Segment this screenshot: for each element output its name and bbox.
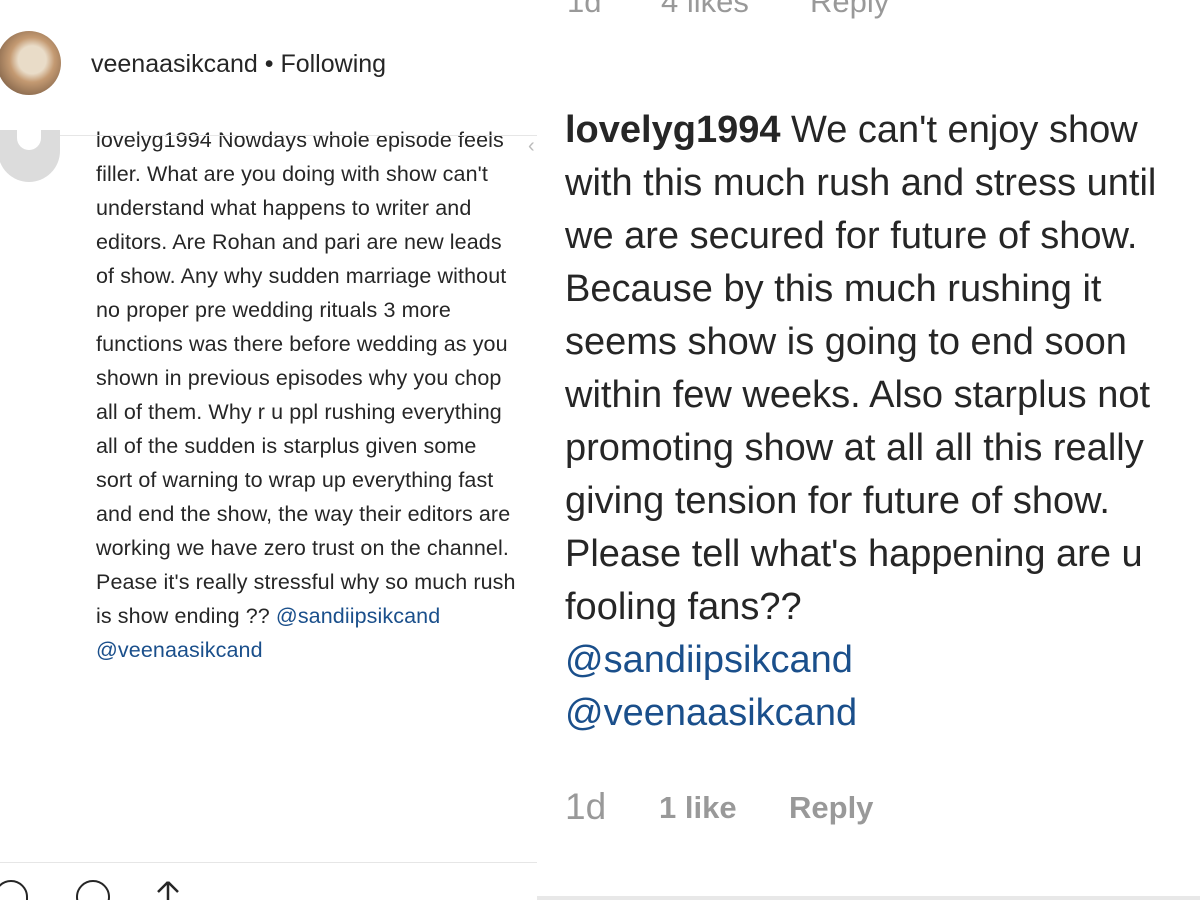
actions-divider <box>0 862 537 863</box>
commenter-avatar[interactable] <box>0 130 60 182</box>
follow-status[interactable]: Following <box>280 50 386 78</box>
heart-icon[interactable] <box>0 880 28 900</box>
likes-count[interactable]: 4 likes <box>661 0 749 20</box>
header-user: veenaasikcand • Following <box>91 50 386 79</box>
avatar[interactable] <box>0 31 61 95</box>
right-screenshot-panel: 1d 4 likes Reply lovelyg1994 We can't en… <box>537 0 1200 900</box>
left-screenshot-panel: lovelyg1994 Nowdays whole episode feels … <box>0 0 537 900</box>
reply-button[interactable]: Reply <box>810 0 889 20</box>
comment-body: lovelyg1994 We can't enjoy show with thi… <box>565 104 1195 740</box>
share-icon[interactable] <box>154 880 182 900</box>
header-divider <box>0 135 537 136</box>
comment-username[interactable]: lovelyg1994 <box>96 128 212 152</box>
mention-link[interactable]: @sandiipsikcand <box>276 604 440 628</box>
likes-count[interactable]: 1 like <box>659 790 737 826</box>
mention-link[interactable]: @veenaasikcand <box>565 687 1195 740</box>
comment-body: lovelyg1994 Nowdays whole episode feels … <box>96 123 516 850</box>
comment-text: Nowdays whole episode feels filler. What… <box>96 128 516 628</box>
header-separator: • <box>257 50 281 78</box>
comment-time: 1d <box>567 0 602 19</box>
mention-link[interactable]: @veenaasikcand <box>96 638 263 662</box>
comment-icon[interactable] <box>76 880 110 900</box>
reply-button[interactable]: Reply <box>789 790 873 826</box>
comment-time: 1d <box>565 786 607 827</box>
comment-text: We can't enjoy show with this much rush … <box>565 109 1157 628</box>
post-header: veenaasikcand • Following <box>0 0 537 130</box>
comment-divider <box>537 896 1200 900</box>
comment-username[interactable]: lovelyg1994 <box>565 109 780 151</box>
chevron-right-icon[interactable]: ‹ <box>528 135 535 158</box>
header-username[interactable]: veenaasikcand <box>91 50 258 78</box>
mention-link[interactable]: @sandiipsikcand <box>565 634 1195 687</box>
